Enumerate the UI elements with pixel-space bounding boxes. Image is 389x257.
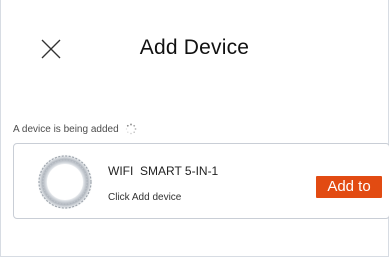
device-card: WIFI SMART 5-IN-1 Click Add device Add t… <box>13 143 389 219</box>
add-device-screen: Add Device A device is being added WIFI … <box>0 0 389 257</box>
adding-status: A device is being added <box>13 123 137 135</box>
add-to-button[interactable]: Add to <box>316 176 382 198</box>
status-text: A device is being added <box>13 123 119 135</box>
device-name: WIFI SMART 5-IN-1 <box>108 164 219 178</box>
device-ring-image <box>34 151 96 213</box>
device-subtitle: Click Add device <box>108 192 182 203</box>
loading-spinner-icon <box>125 123 137 135</box>
page-title: Add Device <box>139 36 250 59</box>
header-bar: Add Device <box>1 0 388 96</box>
